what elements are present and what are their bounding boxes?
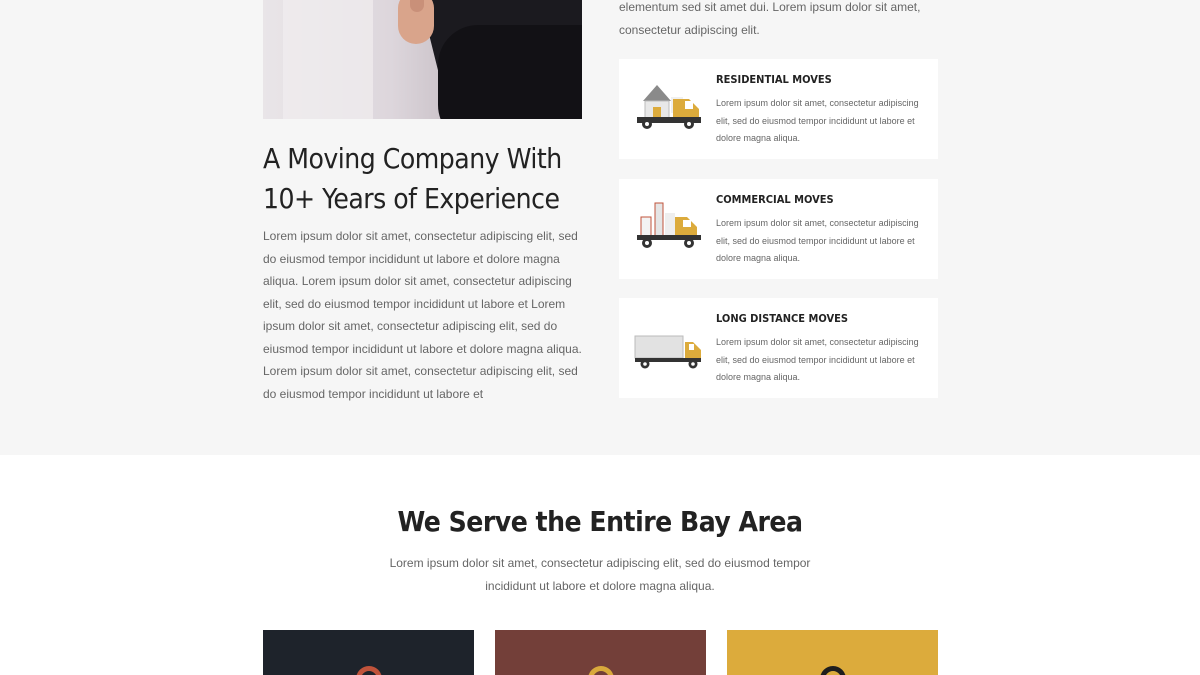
service-title: RESIDENTIAL MOVES: [716, 73, 832, 86]
about-text: Lorem ipsum dolor sit amet, consectetur …: [263, 229, 582, 401]
serve-text: Lorem ipsum dolor sit amet, consectetur …: [389, 556, 811, 593]
area-card[interactable]: [727, 630, 938, 675]
service-card-long-distance[interactable]: LONG DISTANCE MOVES Lorem ipsum dolor si…: [619, 298, 938, 398]
about-section: A Moving Company With 10+ Years of Exper…: [0, 0, 1200, 455]
cargo-truck-icon: [637, 202, 701, 248]
service-title: LONG DISTANCE MOVES: [716, 312, 849, 325]
serve-title: We Serve the Entire Bay Area: [397, 505, 803, 538]
service-text: Lorem ipsum dolor sit amet, consectetur …: [716, 218, 919, 263]
semi-truck-icon: [634, 335, 701, 369]
service-text: Lorem ipsum dolor sit amet, consectetur …: [716, 98, 919, 143]
location-pin-icon: [356, 666, 382, 675]
location-pin-icon: [588, 666, 614, 675]
service-title: COMMERCIAL MOVES: [716, 193, 834, 206]
intro-text: elementum sed sit amet dui. Lorem ipsum …: [619, 0, 921, 37]
location-pin-icon: [820, 666, 846, 675]
house-truck-icon: [637, 85, 701, 129]
area-card[interactable]: [263, 630, 474, 675]
service-card-residential[interactable]: RESIDENTIAL MOVES Lorem ipsum dolor sit …: [619, 59, 938, 159]
area-card[interactable]: [495, 630, 706, 675]
about-title: A Moving Company With 10+ Years of Exper…: [263, 142, 562, 215]
service-text: Lorem ipsum dolor sit amet, consectetur …: [716, 337, 919, 382]
service-card-commercial[interactable]: COMMERCIAL MOVES Lorem ipsum dolor sit a…: [619, 179, 938, 279]
mover-photo: [263, 0, 582, 119]
